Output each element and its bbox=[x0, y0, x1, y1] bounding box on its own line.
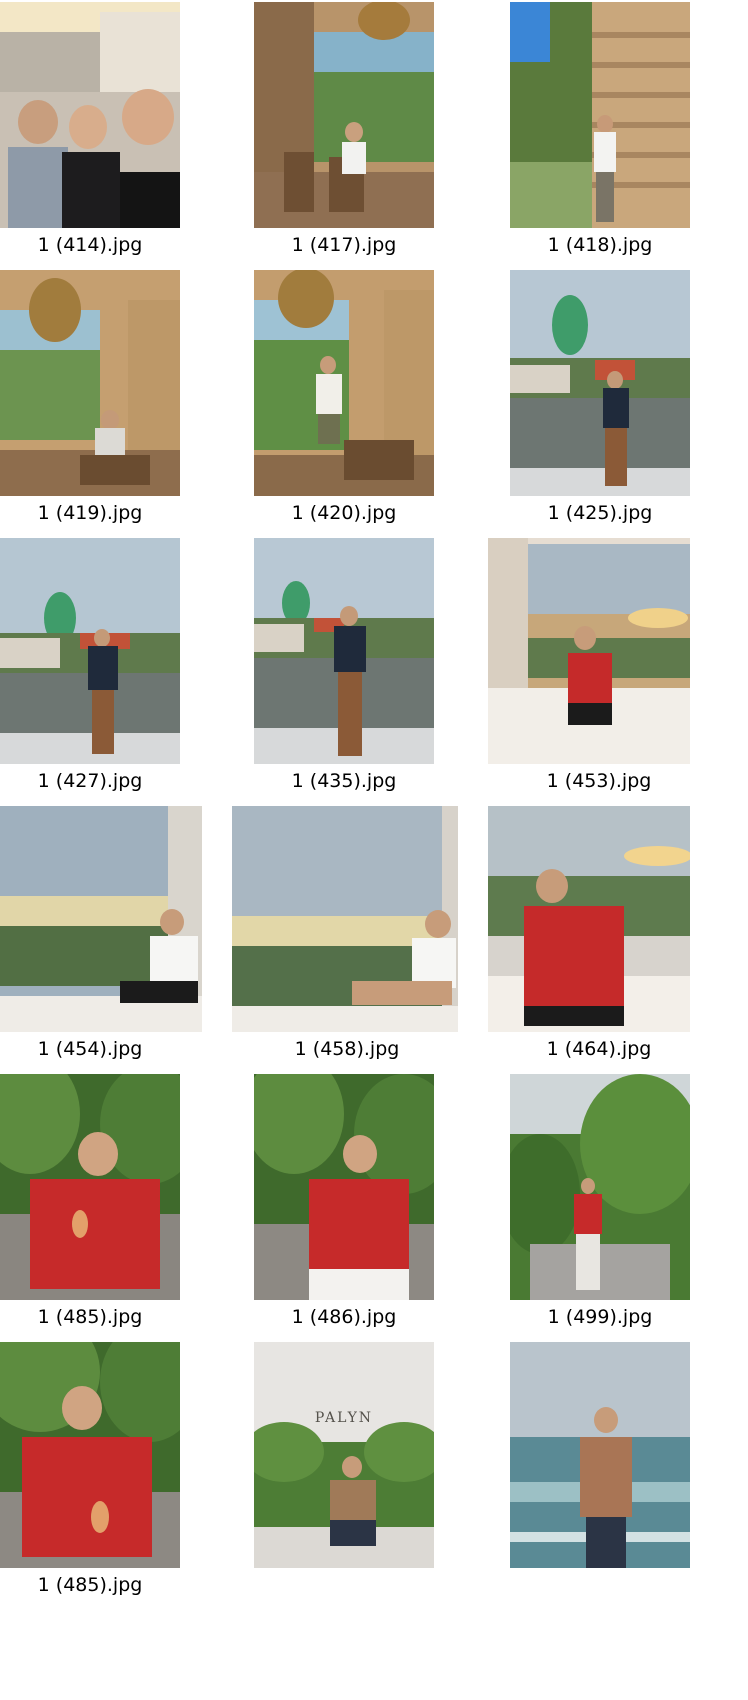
file-name-label: 1 (417).jpg bbox=[291, 234, 397, 256]
file-tile[interactable]: 1 (414).jpg bbox=[0, 0, 250, 268]
image-thumbnail[interactable] bbox=[0, 2, 180, 228]
palyn-sign: PALYN bbox=[315, 1410, 373, 1426]
image-thumbnail[interactable] bbox=[0, 270, 180, 496]
file-tile[interactable]: 1 (464).jpg bbox=[488, 804, 738, 1072]
file-tile[interactable]: 1 (417).jpg bbox=[254, 0, 504, 268]
file-tile[interactable]: 1 (453).jpg bbox=[488, 536, 738, 804]
file-name-label: 1 (414).jpg bbox=[37, 234, 143, 256]
file-tile[interactable]: 1 (435).jpg bbox=[254, 536, 504, 804]
image-thumbnail[interactable] bbox=[510, 1342, 690, 1568]
file-name-label: 1 (425).jpg bbox=[547, 502, 653, 524]
image-thumbnail[interactable] bbox=[254, 2, 434, 228]
file-tile[interactable]: 1 (454).jpg bbox=[0, 804, 250, 1072]
file-name-label: 1 (486).jpg bbox=[291, 1306, 397, 1328]
file-tile[interactable]: 1 (499).jpg bbox=[510, 1072, 748, 1340]
file-tile[interactable]: 1 (418).jpg bbox=[510, 0, 748, 268]
file-tile[interactable]: PALYN bbox=[254, 1340, 504, 1608]
image-thumbnail[interactable] bbox=[0, 538, 180, 764]
image-thumbnail[interactable] bbox=[232, 806, 458, 1032]
file-name-label: 1 (419).jpg bbox=[37, 502, 143, 524]
image-thumbnail[interactable] bbox=[510, 1074, 690, 1300]
file-name-label: 1 (499).jpg bbox=[547, 1306, 653, 1328]
file-tile[interactable]: 1 (427).jpg bbox=[0, 536, 250, 804]
image-thumbnail[interactable] bbox=[254, 270, 434, 496]
file-name-label: 1 (458).jpg bbox=[294, 1038, 400, 1060]
file-tile[interactable]: 1 (420).jpg bbox=[254, 268, 504, 536]
file-name-label: 1 (420).jpg bbox=[291, 502, 397, 524]
image-thumbnail[interactable] bbox=[0, 806, 202, 1032]
file-tile[interactable]: 1 (425).jpg bbox=[510, 268, 748, 536]
image-thumbnail[interactable] bbox=[510, 270, 690, 496]
image-thumbnail[interactable] bbox=[488, 538, 690, 764]
file-name-label: 1 (418).jpg bbox=[547, 234, 653, 256]
image-thumbnail[interactable] bbox=[0, 1074, 180, 1300]
file-name-label: 1 (435).jpg bbox=[291, 770, 397, 792]
file-name-label: 1 (454).jpg bbox=[37, 1038, 143, 1060]
image-thumbnail[interactable] bbox=[488, 806, 690, 1032]
image-thumbnail[interactable]: PALYN bbox=[254, 1342, 434, 1568]
file-tile[interactable]: 1 (485).jpg bbox=[0, 1072, 250, 1340]
file-tile[interactable]: 1 (458).jpg bbox=[232, 804, 482, 1072]
file-tile[interactable]: 1 (485).jpg bbox=[0, 1340, 250, 1608]
image-thumbnail[interactable] bbox=[254, 538, 434, 764]
file-name-label: 1 (464).jpg bbox=[546, 1038, 652, 1060]
image-thumbnail[interactable] bbox=[254, 1074, 434, 1300]
image-thumbnail[interactable] bbox=[510, 2, 690, 228]
file-tile[interactable]: 1 (419).jpg bbox=[0, 268, 250, 536]
file-tile[interactable] bbox=[510, 1340, 748, 1608]
image-thumbnail[interactable] bbox=[0, 1342, 180, 1568]
file-name-label: 1 (485).jpg bbox=[37, 1306, 143, 1328]
thumbnail-grid: 1 (414).jpg 1 (417).jpg 1 (418).jpg 1 (4… bbox=[0, 0, 748, 1700]
file-tile[interactable]: 1 (486).jpg bbox=[254, 1072, 504, 1340]
file-name-label: 1 (453).jpg bbox=[546, 770, 652, 792]
file-name-label: 1 (485).jpg bbox=[37, 1574, 143, 1596]
file-name-label: 1 (427).jpg bbox=[37, 770, 143, 792]
